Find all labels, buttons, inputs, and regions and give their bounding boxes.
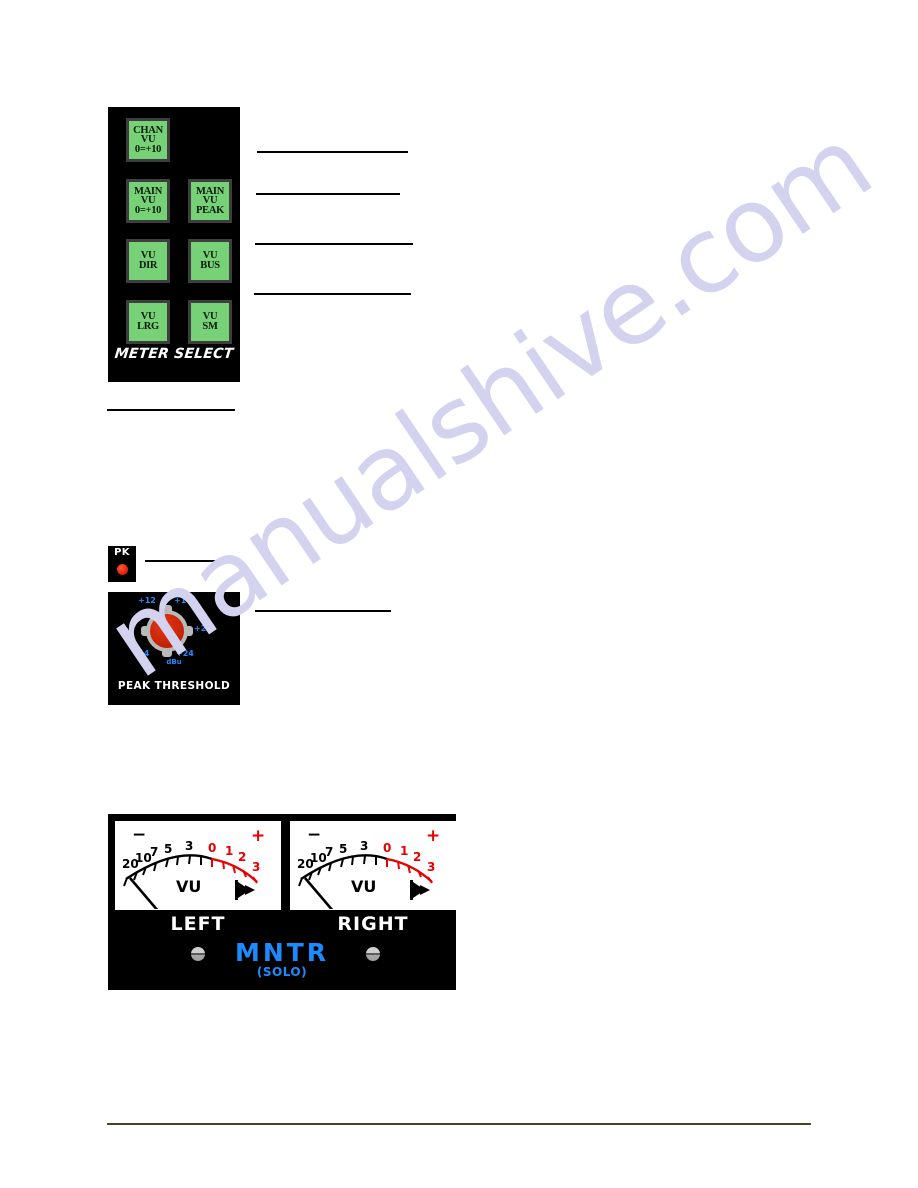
pk-led-icon: [117, 564, 128, 575]
knob-cap: [150, 614, 184, 648]
svg-text:1: 1: [400, 844, 408, 858]
callout-line-7: [255, 610, 391, 612]
meter-button-vu-sm[interactable]: VU SM: [188, 300, 232, 344]
meter-select-button-grid: CHAN VU 0=+10 MAIN VU 0=+10 MAIN VU PEAK…: [108, 107, 240, 344]
meter-button-line-2: SM: [202, 321, 218, 332]
meter-button-vu-dir[interactable]: VU DIR: [126, 239, 170, 283]
svg-text:5: 5: [164, 842, 172, 856]
vu-channel-label-right: RIGHT: [337, 913, 409, 935]
callout-line-6: [145, 560, 225, 562]
knob-tick-plus8: +8: [122, 624, 135, 633]
svg-text:3: 3: [360, 839, 368, 853]
svg-text:2: 2: [413, 850, 421, 864]
vu-meter-left-face: − + 20 10 7 5 3 0 1 2 3 VU: [116, 822, 280, 909]
meter-select-panel: CHAN VU 0=+10 MAIN VU 0=+10 MAIN VU PEAK…: [108, 107, 240, 382]
pk-label: PK: [114, 547, 130, 558]
vu-meter-bridge: − + 20 10 7 5 3 0 1 2 3 VU − + 20 10 7 5…: [108, 814, 456, 990]
svg-text:0: 0: [208, 841, 216, 855]
callout-line-5: [107, 409, 235, 411]
knob-unit-label: dBu: [166, 658, 182, 666]
svg-text:7: 7: [150, 845, 158, 859]
vu-plus-sign: +: [426, 826, 440, 846]
vu-face-legend: VU: [351, 877, 376, 896]
meter-button-line-3: 0=+10: [134, 204, 162, 216]
meter-button-line-2: DIR: [138, 260, 158, 271]
svg-text:3: 3: [185, 839, 193, 853]
vu-channel-label-left: LEFT: [170, 913, 226, 935]
callout-line-2: [256, 193, 400, 195]
peak-threshold-caption: PEAK THRESHOLD: [117, 680, 231, 692]
peak-threshold-knob[interactable]: [141, 605, 193, 657]
footer-rule: [107, 1123, 811, 1125]
pk-indicator-panel: PK: [108, 546, 136, 582]
knob-tick-plus20: +20: [194, 624, 212, 633]
svg-text:7: 7: [325, 845, 333, 859]
knob-tick-plus12: +12: [138, 596, 156, 605]
knob-tick-plus16: +16: [174, 596, 192, 605]
callout-line-4: [254, 293, 411, 295]
meter-button-chan-vu[interactable]: CHAN VU 0=+10: [126, 118, 170, 162]
meter-button-main-vu-peak[interactable]: MAIN VU PEAK: [188, 179, 232, 223]
meter-button-main-vu[interactable]: MAIN VU 0=+10: [126, 179, 170, 223]
meter-button-vu-bus[interactable]: VU BUS: [188, 239, 232, 283]
callout-line-3: [255, 243, 413, 245]
vu-meter-right-face: − + 20 10 7 5 3 0 1 2 3 VU: [291, 822, 455, 909]
meter-button-line-2: BUS: [200, 260, 220, 271]
meter-button-line-3: 0=+10: [134, 143, 162, 155]
meter-button-vu-lrg[interactable]: VU LRG: [126, 300, 170, 344]
meter-select-caption: METER SELECT: [113, 346, 235, 362]
vu-meter-right: − + 20 10 7 5 3 0 1 2 3 VU: [290, 821, 456, 910]
vu-minus-sign: −: [132, 825, 146, 845]
svg-text:3: 3: [252, 860, 260, 874]
meter-button-line-3: PEAK: [196, 204, 224, 216]
svg-text:5: 5: [339, 842, 347, 856]
monitor-label: MNTR: [234, 938, 330, 967]
peak-threshold-knob-area: +12 +16 +8 +20 +4 +24 dBu: [108, 592, 240, 672]
monitor-sub-label: (SOLO): [256, 965, 308, 979]
svg-text:2: 2: [238, 850, 246, 864]
vu-meter-left: − + 20 10 7 5 3 0 1 2 3 VU: [115, 821, 281, 910]
callout-line-1: [257, 151, 408, 153]
vu-face-legend: VU: [176, 877, 201, 896]
peak-threshold-panel: +12 +16 +8 +20 +4 +24 dBu PEAK THRESHOLD: [108, 592, 240, 705]
document-page: manualshive.com CHAN VU 0=+10 MAIN VU 0=…: [0, 0, 918, 1188]
svg-text:0: 0: [383, 841, 391, 855]
svg-text:3: 3: [427, 860, 435, 874]
vu-plus-sign: +: [251, 826, 265, 846]
vu-minus-sign: −: [307, 825, 321, 845]
meter-button-line-2: LRG: [137, 321, 159, 332]
svg-text:1: 1: [225, 844, 233, 858]
